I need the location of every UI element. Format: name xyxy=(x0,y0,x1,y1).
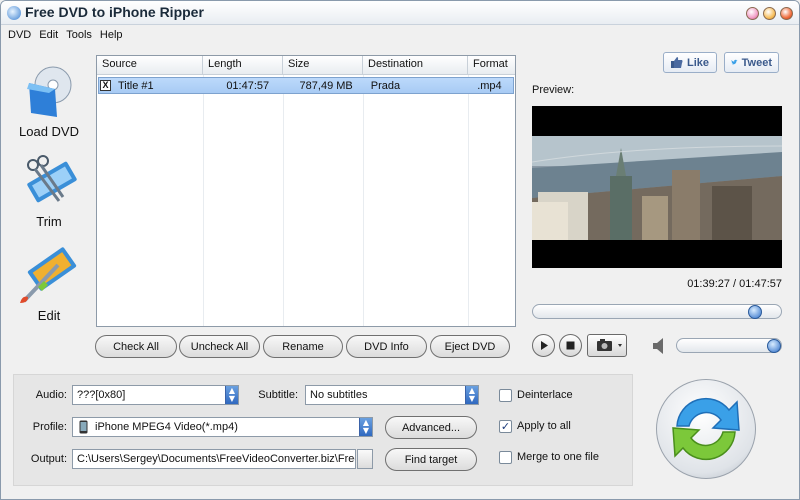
spin-arrows-icon: ▲ ▼ xyxy=(225,386,238,404)
camera-icon xyxy=(597,339,622,351)
convert-arrows-icon xyxy=(672,397,740,461)
load-dvd-label: Load DVD xyxy=(19,124,79,139)
table-row[interactable]: X Title #1 01:47:57 787,49 MB Prada .mp4 xyxy=(98,77,514,94)
row-checkbox[interactable]: X xyxy=(100,80,111,91)
seek-slider[interactable] xyxy=(532,304,782,319)
menu-edit[interactable]: Edit xyxy=(39,29,58,41)
column-length[interactable]: Length xyxy=(203,56,283,75)
dvd-info-button[interactable]: DVD Info xyxy=(346,335,427,358)
preview-label: Preview: xyxy=(532,84,575,96)
subtitle-label: Subtitle: xyxy=(258,389,298,401)
column-format[interactable]: Format xyxy=(468,56,515,75)
column-source[interactable]: Source xyxy=(97,56,203,75)
profile-label: Profile: xyxy=(32,421,67,433)
menu-help[interactable]: Help xyxy=(100,29,123,41)
rename-button[interactable]: Rename xyxy=(263,335,343,358)
column-divider xyxy=(468,75,469,326)
like-label: Like xyxy=(687,56,710,69)
apply-to-all-label: Apply to all xyxy=(517,420,571,432)
timecode-display: 01:39:27 / 01:47:57 xyxy=(687,278,782,290)
seek-thumb[interactable] xyxy=(748,305,763,319)
menu-dvd[interactable]: DVD xyxy=(8,29,31,41)
output-path-value: C:\Users\Sergey\Documents\FreeVideoConve… xyxy=(77,453,356,465)
menu-bar: DVD Edit Tools Help xyxy=(1,26,799,44)
like-button[interactable]: Like xyxy=(663,52,717,73)
tweet-button[interactable]: Tweet xyxy=(724,52,779,73)
cell-length: 01:47:57 xyxy=(226,79,270,92)
load-dvd-icon xyxy=(27,66,72,117)
brush-film-icon xyxy=(20,247,77,303)
app-icon xyxy=(7,6,21,20)
subtitle-value: No subtitles xyxy=(310,389,368,401)
column-destination[interactable]: Destination xyxy=(363,56,468,75)
thumbs-up-icon xyxy=(671,57,683,68)
audio-label: Audio: xyxy=(35,389,67,401)
convert-button[interactable] xyxy=(656,379,756,479)
trim-button[interactable]: Trim xyxy=(11,153,87,229)
subtitle-select[interactable]: No subtitles ▲ ▼ xyxy=(305,385,479,405)
volume-thumb[interactable] xyxy=(767,339,781,353)
spin-arrows-icon: ▲ ▼ xyxy=(359,418,372,436)
deinterlace-label: Deinterlace xyxy=(517,389,573,401)
profile-select[interactable]: iPhone MPEG4 Video(*.mp4) ▲ ▼ xyxy=(72,417,373,437)
title-list[interactable]: Source Length Size Destination Format X … xyxy=(96,55,516,327)
check-all-button[interactable]: Check All xyxy=(95,335,177,358)
play-button[interactable] xyxy=(532,334,555,357)
snapshot-button[interactable] xyxy=(587,334,627,357)
scissors-film-icon xyxy=(27,155,77,203)
stop-button[interactable] xyxy=(559,334,582,357)
uncheck-all-button[interactable]: Uncheck All xyxy=(179,335,260,358)
merge-checkbox[interactable] xyxy=(499,451,512,464)
stop-icon xyxy=(566,341,575,350)
deinterlace-checkbox[interactable] xyxy=(499,389,512,402)
audio-value: ???[0x80] xyxy=(77,389,126,401)
twitter-bird-icon xyxy=(731,59,738,65)
cell-source: Title #1 xyxy=(118,79,154,92)
profile-value: iPhone MPEG4 Video(*.mp4) xyxy=(95,421,238,433)
cell-size: 787,49 MB xyxy=(299,79,353,92)
maximize-button[interactable] xyxy=(763,7,776,20)
column-size[interactable]: Size xyxy=(283,56,363,75)
play-icon xyxy=(541,341,548,350)
minimize-button[interactable] xyxy=(746,7,759,20)
output-path-field[interactable]: C:\Users\Sergey\Documents\FreeVideoConve… xyxy=(72,449,356,469)
video-preview xyxy=(531,106,783,268)
eject-dvd-button[interactable]: Eject DVD xyxy=(430,335,510,358)
output-label: Output: xyxy=(30,453,67,465)
list-header: Source Length Size Destination Format xyxy=(97,56,515,75)
menu-tools[interactable]: Tools xyxy=(66,29,92,41)
city-frame-image xyxy=(531,106,783,268)
speaker-icon[interactable] xyxy=(651,337,667,355)
advanced-button[interactable]: Advanced... xyxy=(385,416,477,439)
edit-button[interactable]: Edit xyxy=(11,243,87,323)
edit-label: Edit xyxy=(37,308,61,323)
app-window: Free DVD to iPhone Ripper DVD Edit Tools… xyxy=(0,0,800,500)
audio-select[interactable]: ???[0x80] ▲ ▼ xyxy=(72,385,239,405)
browse-button[interactable] xyxy=(357,449,373,469)
volume-slider[interactable] xyxy=(676,338,782,353)
iphone-icon xyxy=(79,420,88,434)
trim-label: Trim xyxy=(36,214,62,229)
cell-destination: Prada xyxy=(370,79,401,92)
cell-format: .mp4 xyxy=(477,79,502,92)
merge-label: Merge to one file xyxy=(517,451,599,463)
tweet-label: Tweet xyxy=(741,56,772,69)
close-button[interactable] xyxy=(780,7,793,20)
load-dvd-button[interactable]: Load DVD xyxy=(11,63,87,139)
find-target-button[interactable]: Find target xyxy=(385,448,477,471)
column-divider xyxy=(283,75,284,326)
window-title: Free DVD to iPhone Ripper xyxy=(25,4,204,20)
apply-to-all-checkbox[interactable]: ✓ xyxy=(499,420,512,433)
title-bar: Free DVD to iPhone Ripper xyxy=(1,1,799,25)
column-divider xyxy=(363,75,364,326)
spin-arrows-icon: ▲ ▼ xyxy=(465,386,478,404)
column-divider xyxy=(203,75,204,326)
